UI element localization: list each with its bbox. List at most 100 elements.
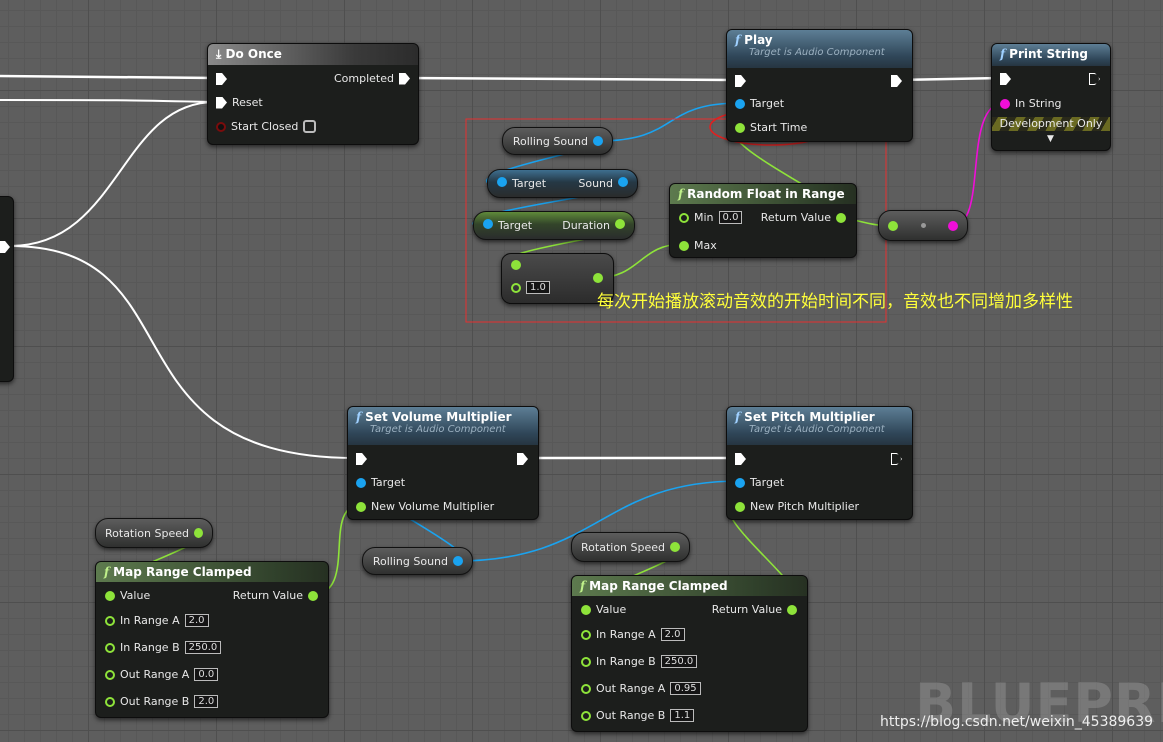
return-value-pin[interactable]	[836, 212, 846, 223]
out-range-a-field[interactable]: 0.0	[194, 668, 219, 681]
float-to-string-conversion-node[interactable]	[878, 210, 968, 241]
in-range-b-pin[interactable]	[105, 642, 115, 653]
pin-label: Value	[120, 589, 151, 602]
function-icon: f	[580, 579, 586, 593]
min-pin[interactable]	[679, 212, 689, 223]
pin-label: Completed	[334, 72, 394, 85]
out-range-b-field[interactable]: 2.0	[194, 695, 219, 708]
exec-wire	[9, 245, 356, 459]
out-range-b-pin[interactable]	[105, 696, 115, 707]
pin-label: Target	[512, 177, 547, 190]
target-pin[interactable]	[735, 477, 745, 488]
output-pin[interactable]	[193, 528, 203, 538]
pin-label: Out Range B	[596, 709, 666, 722]
in-range-b-pin[interactable]	[581, 656, 591, 667]
node-subtitle: Target is Audio Component	[749, 47, 885, 58]
function-icon: f	[735, 410, 741, 424]
do-once-node[interactable]: ⤓ Do Once Completed Reset Start Closed	[207, 43, 419, 145]
function-icon: f	[104, 565, 110, 579]
exec-in-pin[interactable]	[735, 75, 746, 87]
get-sound-node[interactable]: Target Sound	[487, 169, 638, 198]
object-wire	[597, 102, 741, 142]
return-value-pin[interactable]	[308, 590, 318, 601]
in-range-b-field[interactable]: 250.0	[184, 641, 222, 654]
target-pin[interactable]	[497, 177, 507, 187]
output-pin[interactable]	[593, 136, 603, 146]
exec-out-pin[interactable]	[1089, 73, 1100, 85]
play-node[interactable]: f Play Target is Audio Component Target St…	[726, 29, 913, 142]
exec-out-pin[interactable]	[891, 75, 902, 87]
random-float-in-range-node[interactable]: f Random Float in Range Min 0.0 Return Val…	[669, 183, 857, 258]
map-range-clamped-node[interactable]: f Map Range Clamped Value Return Value In…	[95, 561, 329, 718]
min-value-field[interactable]: 0.0	[718, 211, 743, 224]
sound-pin[interactable]	[618, 177, 628, 187]
out-range-a-pin[interactable]	[105, 669, 115, 680]
in-range-a-field[interactable]: 2.0	[184, 614, 209, 627]
input-pin[interactable]	[511, 260, 521, 270]
pin-label: In Range B	[596, 655, 656, 668]
rotation-speed-variable[interactable]: Rotation Speed	[571, 532, 690, 562]
target-pin[interactable]	[483, 219, 493, 229]
rolling-sound-variable[interactable]: Rolling Sound	[362, 547, 473, 575]
in-range-a-pin[interactable]	[581, 629, 591, 640]
out-range-b-pin[interactable]	[581, 710, 591, 721]
pin-label: New Pitch Multiplier	[750, 500, 860, 513]
pin-label: Sound	[578, 177, 613, 190]
in-string-pin[interactable]	[1000, 98, 1010, 109]
input-pin[interactable]	[888, 220, 898, 231]
pin-label: Value	[596, 603, 627, 616]
node-title: Random Float in Range	[687, 187, 845, 201]
output-pin[interactable]	[670, 542, 680, 552]
target-pin[interactable]	[735, 98, 745, 109]
in-range-b-field[interactable]: 250.0	[660, 655, 698, 668]
exec-in-pin[interactable]	[1000, 73, 1011, 85]
bool-pin[interactable]	[216, 121, 226, 132]
output-pin[interactable]	[593, 273, 603, 283]
out-range-a-field[interactable]: 0.95	[670, 682, 701, 695]
value-pin[interactable]	[105, 590, 115, 601]
set-volume-multiplier-node[interactable]: f Set Volume Multiplier Target is Audio Co…	[347, 406, 539, 520]
exec-out-pin[interactable]	[517, 453, 528, 465]
completed-exec-pin[interactable]	[399, 72, 410, 85]
target-pin[interactable]	[356, 477, 366, 488]
new-volume-pin[interactable]	[356, 501, 366, 512]
rolling-sound-variable[interactable]: Rolling Sound	[502, 127, 613, 155]
out-range-a-pin[interactable]	[581, 683, 591, 694]
pin-label: In Range A	[596, 628, 656, 641]
input-pin[interactable]	[511, 282, 521, 293]
exec-in-pin[interactable]	[216, 73, 227, 85]
node-title: Set Pitch Multiplier	[744, 410, 875, 424]
out-range-b-field[interactable]: 1.1	[670, 709, 695, 722]
start-time-pin[interactable]	[735, 122, 745, 133]
value-pin[interactable]	[581, 604, 591, 615]
annotation-text: 每次开始播放滚动音效的开始时间不同，音效也不同增加多样性	[597, 292, 1073, 312]
set-pitch-multiplier-node[interactable]: f Set Pitch Multiplier Target is Audio Com…	[726, 406, 913, 520]
pin-label: Target	[750, 97, 785, 110]
in-range-a-pin[interactable]	[105, 615, 115, 626]
new-pitch-pin[interactable]	[735, 501, 745, 512]
start-closed-checkbox[interactable]	[303, 120, 317, 133]
exec-wire	[9, 101, 216, 247]
variable-label: Rolling Sound	[512, 134, 588, 148]
output-pin[interactable]	[453, 556, 463, 566]
print-string-node[interactable]: f Print String In String Development Only…	[991, 43, 1111, 151]
pin-label: New Volume Multiplier	[371, 500, 495, 513]
expand-arrow-icon[interactable]: ▼	[1047, 134, 1054, 144]
map-range-clamped-node[interactable]: f Map Range Clamped Value Return Value In…	[571, 575, 808, 732]
offscreen-node[interactable]	[0, 196, 14, 382]
exec-in-pin[interactable]	[356, 453, 367, 465]
multiplier-value-field[interactable]: 1.0	[526, 281, 550, 294]
return-value-pin[interactable]	[787, 604, 797, 615]
node-title: Map Range Clamped	[113, 565, 252, 579]
duration-pin[interactable]	[615, 219, 625, 229]
reset-exec-pin[interactable]	[216, 96, 227, 109]
max-pin[interactable]	[679, 240, 689, 251]
pin-label: Return Value	[232, 589, 303, 602]
exec-in-pin[interactable]	[735, 453, 746, 465]
exec-out-pin[interactable]	[891, 453, 902, 465]
get-duration-node[interactable]: Target Duration	[473, 211, 635, 240]
output-pin[interactable]	[948, 220, 958, 231]
in-range-a-field[interactable]: 2.0	[660, 628, 685, 641]
rotation-speed-variable[interactable]: Rotation Speed	[95, 518, 213, 548]
exec-out-pin[interactable]	[0, 241, 10, 253]
